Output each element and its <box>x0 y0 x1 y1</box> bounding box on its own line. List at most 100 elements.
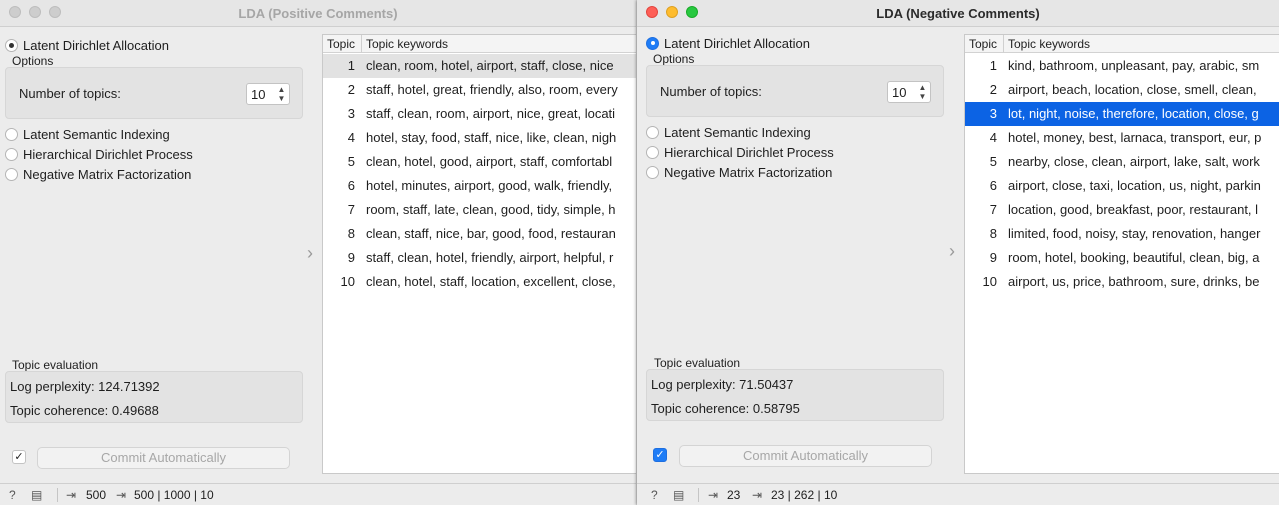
column-separator <box>1003 35 1004 53</box>
table-row[interactable]: 4 hotel, money, best, larnaca, transport,… <box>965 126 1279 150</box>
method-lsi-radio[interactable]: Latent Semantic Indexing <box>646 123 811 141</box>
method-lda-radio[interactable]: Latent Dirichlet Allocation <box>646 34 810 52</box>
method-nmf-radio[interactable]: Negative Matrix Factorization <box>5 165 191 183</box>
divider <box>57 488 58 502</box>
topic-keywords: kind, bathroom, unpleasant, pay, arabic,… <box>1008 58 1260 73</box>
table-row[interactable]: 6 airport, close, taxi, location, us, nig… <box>965 174 1279 198</box>
table-row[interactable]: 7 location, good, breakfast, poor, restau… <box>965 198 1279 222</box>
stepper-arrows-icon[interactable]: ▲ ▼ <box>276 85 287 103</box>
input-count: 23 <box>727 488 741 502</box>
col-keywords-header[interactable]: Topic keywords <box>1008 37 1090 51</box>
topic-keywords: airport, us, price, bathroom, sure, drin… <box>1008 274 1260 289</box>
resize-handle[interactable] <box>630 360 636 480</box>
commit-auto-checkbox[interactable]: ✓ <box>12 450 26 464</box>
report-icon[interactable]: ▤ <box>31 488 42 502</box>
table-row[interactable]: 2 staff, hotel, great, friendly, also, ro… <box>323 78 636 102</box>
radio-icon <box>5 127 18 141</box>
radio-icon <box>5 147 18 161</box>
output-summary: 23 | 262 | 10 <box>771 488 838 502</box>
options-group: Number of topics: 10 ▲ ▼ <box>646 65 944 117</box>
radio-icon <box>646 125 659 139</box>
num-topics-spinbox[interactable]: 10 ▲ ▼ <box>246 83 290 105</box>
topics-table: Topic Topic keywords 1 kind, bathroom, un… <box>964 34 1279 474</box>
method-nmf-label: Negative Matrix Factorization <box>664 164 833 180</box>
window-title: LDA (Positive Comments) <box>238 6 398 21</box>
method-lsi-radio[interactable]: Latent Semantic Indexing <box>5 125 170 143</box>
table-header: Topic Topic keywords <box>965 35 1279 53</box>
chevron-right-icon[interactable]: › <box>949 241 955 262</box>
topic-number: 5 <box>989 154 997 169</box>
report-icon[interactable]: ▤ <box>673 488 684 502</box>
method-lsi-label: Latent Semantic Indexing <box>23 126 170 142</box>
topic-keywords: hotel, minutes, airport, good, walk, fri… <box>366 178 613 193</box>
num-topics-spinbox[interactable]: 10 ▲ ▼ <box>887 81 931 103</box>
options-group: Number of topics: 10 ▲ ▼ <box>5 67 303 119</box>
topic-keywords: hotel, stay, food, staff, nice, like, cl… <box>366 130 617 145</box>
table-row[interactable]: 7 room, staff, late, clean, good, tidy, s… <box>323 198 636 222</box>
table-row[interactable]: 8 limited, food, noisy, stay, renovation,… <box>965 222 1279 246</box>
topic-keywords: staff, clean, room, airport, nice, great… <box>366 106 616 121</box>
help-icon[interactable]: ? <box>9 488 16 502</box>
topic-number: 8 <box>989 226 997 241</box>
input-icon: ⇥ <box>708 488 719 502</box>
output-icon: ⇥ <box>752 488 763 502</box>
table-row[interactable]: 5 nearby, close, clean, airport, lake, sa… <box>965 150 1279 174</box>
commit-button[interactable]: Commit Automatically <box>679 445 932 467</box>
table-row[interactable]: 1 clean, room, hotel, airport, staff, clo… <box>323 54 636 78</box>
topic-evaluation-label: Topic evaluation <box>12 358 99 372</box>
table-row[interactable]: 1 kind, bathroom, unpleasant, pay, arabic… <box>965 54 1279 78</box>
lda-negative-window: LDA (Negative Comments) Latent Dirichlet… <box>637 0 1279 505</box>
col-topic-header[interactable]: Topic <box>969 37 997 51</box>
topic-number: 3 <box>347 106 355 121</box>
topic-number: 6 <box>989 178 997 193</box>
col-keywords-header[interactable]: Topic keywords <box>366 37 448 51</box>
topic-number: 1 <box>347 58 355 73</box>
stepper-arrows-icon[interactable]: ▲ ▼ <box>917 83 928 101</box>
topic-number: 10 <box>982 274 997 289</box>
table-row[interactable]: 3 staff, clean, room, airport, nice, grea… <box>323 102 636 126</box>
topic-keywords: airport, beach, location, close, smell, … <box>1008 82 1257 97</box>
topic-number: 7 <box>989 202 997 217</box>
commit-button[interactable]: Commit Automatically <box>37 447 290 469</box>
topic-number: 5 <box>347 154 355 169</box>
chevron-right-icon[interactable]: › <box>307 243 313 264</box>
commit-auto-checkbox[interactable]: ✓ <box>653 448 667 462</box>
radio-selected-icon <box>5 38 18 52</box>
table-row[interactable]: 5 clean, hotel, good, airport, staff, com… <box>323 150 636 174</box>
help-icon[interactable]: ? <box>651 488 658 502</box>
options-label: Options <box>12 54 54 68</box>
table-row[interactable]: 9 room, hotel, booking, beautiful, clean,… <box>965 246 1279 270</box>
method-hdp-label: Hierarchical Dirichlet Process <box>664 144 834 160</box>
col-topic-header[interactable]: Topic <box>327 37 355 51</box>
topic-keywords: clean, hotel, good, airport, staff, comf… <box>366 154 613 169</box>
output-summary: 500 | 1000 | 10 <box>134 488 214 502</box>
method-lda-label: Latent Dirichlet Allocation <box>664 35 810 51</box>
method-hdp-radio[interactable]: Hierarchical Dirichlet Process <box>646 143 834 161</box>
table-row[interactable]: 10 airport, us, price, bathroom, sure, dr… <box>965 270 1279 294</box>
method-nmf-radio[interactable]: Negative Matrix Factorization <box>646 163 832 181</box>
method-hdp-radio[interactable]: Hierarchical Dirichlet Process <box>5 145 193 163</box>
topic-number: 8 <box>347 226 355 241</box>
topic-number: 9 <box>989 250 997 265</box>
topic-keywords: clean, hotel, staff, location, excellent… <box>366 274 616 289</box>
topic-keywords: location, good, breakfast, poor, restaur… <box>1008 202 1259 217</box>
radio-icon <box>5 167 18 181</box>
log-perplexity: Log perplexity: 71.50437 <box>651 377 794 392</box>
topic-evaluation-group: Log perplexity: 71.50437 Topic coherence… <box>646 369 944 421</box>
method-nmf-label: Negative Matrix Factorization <box>23 166 192 182</box>
table-row[interactable]: 8 clean, staff, nice, bar, good, food, re… <box>323 222 636 246</box>
method-lda-radio[interactable]: Latent Dirichlet Allocation <box>5 36 169 54</box>
table-header: Topic Topic keywords <box>323 35 636 53</box>
table-row[interactable]: 9 staff, clean, hotel, friendly, airport,… <box>323 246 636 270</box>
method-hdp-label: Hierarchical Dirichlet Process <box>23 146 193 162</box>
topic-keywords: room, hotel, booking, beautiful, clean, … <box>1008 250 1260 265</box>
divider <box>698 488 699 502</box>
table-row[interactable]: 2 airport, beach, location, close, smell,… <box>965 78 1279 102</box>
table-row[interactable]: 3 lot, night, noise, therefore, location,… <box>965 102 1279 126</box>
topic-number: 3 <box>989 106 997 121</box>
table-row[interactable]: 6 hotel, minutes, airport, good, walk, fr… <box>323 174 636 198</box>
radio-selected-icon <box>646 36 659 50</box>
table-row[interactable]: 10 clean, hotel, staff, location, excelle… <box>323 270 636 294</box>
table-row[interactable]: 4 hotel, stay, food, staff, nice, like, c… <box>323 126 636 150</box>
topic-number: 7 <box>347 202 355 217</box>
